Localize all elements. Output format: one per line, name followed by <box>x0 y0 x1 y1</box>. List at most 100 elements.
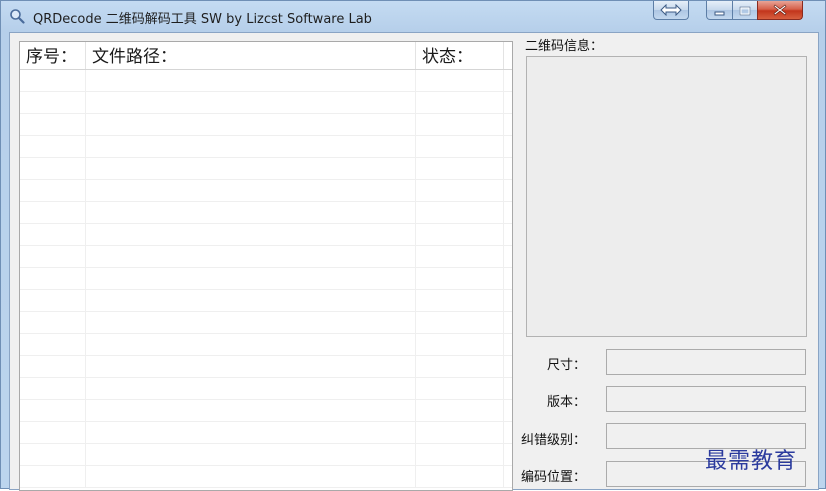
close-icon <box>773 1 787 20</box>
table-cell-status <box>416 158 504 179</box>
table-cell-path <box>86 290 416 311</box>
table-cell-path <box>86 312 416 333</box>
table-cell-index <box>20 268 86 289</box>
table-cell-status <box>416 400 504 421</box>
table-row[interactable] <box>20 312 512 334</box>
table-cell-index <box>20 92 86 113</box>
table-cell-path <box>86 466 416 487</box>
window-title: QRDecode 二维码解码工具 SW by Lizcst Software L… <box>33 12 372 27</box>
table-cell-status <box>416 114 504 135</box>
table-cell-status <box>416 444 504 465</box>
column-header-status[interactable]: 状态： <box>416 42 504 69</box>
table-cell-status <box>416 180 504 201</box>
table-cell-index <box>20 70 86 91</box>
table-row[interactable] <box>20 466 512 488</box>
table-row[interactable] <box>20 246 512 268</box>
table-row[interactable] <box>20 290 512 312</box>
table-cell-index <box>20 114 86 135</box>
table-cell-status <box>416 378 504 399</box>
table-cell-index <box>20 400 86 421</box>
double-arrow-icon <box>660 1 682 20</box>
version-label: 版本： <box>546 395 586 410</box>
table-cell-index <box>20 312 86 333</box>
table-cell-index <box>20 356 86 377</box>
list-rows <box>20 70 512 488</box>
maximize-icon <box>739 1 751 20</box>
table-row[interactable] <box>20 378 512 400</box>
version-field[interactable] <box>606 386 806 412</box>
table-cell-status <box>416 136 504 157</box>
table-row[interactable] <box>20 224 512 246</box>
table-cell-path <box>86 378 416 399</box>
table-row[interactable] <box>20 136 512 158</box>
table-cell-status <box>416 356 504 377</box>
minimize-icon <box>714 1 726 20</box>
table-cell-index <box>20 422 86 443</box>
table-cell-path <box>86 356 416 377</box>
table-cell-path <box>86 92 416 113</box>
table-cell-status <box>416 290 504 311</box>
table-cell-index <box>20 246 86 267</box>
title-bar[interactable]: QRDecode 二维码解码工具 SW by Lizcst Software L… <box>1 1 825 32</box>
qr-info-label: 二维码信息： <box>525 39 604 54</box>
table-row[interactable] <box>20 422 512 444</box>
table-row[interactable] <box>20 268 512 290</box>
table-cell-path <box>86 180 416 201</box>
table-cell-path <box>86 422 416 443</box>
size-label: 尺寸： <box>546 358 586 373</box>
table-cell-status <box>416 466 504 487</box>
table-row[interactable] <box>20 158 512 180</box>
table-cell-index <box>20 224 86 245</box>
table-cell-path <box>86 444 416 465</box>
table-cell-path <box>86 202 416 223</box>
table-cell-path <box>86 114 416 135</box>
table-cell-path <box>86 70 416 91</box>
client-area: 序号： 文件路径： 状态： 二维码信息： 尺寸： 版本： 纠错级别： 编码位置： <box>9 32 819 491</box>
column-header-index[interactable]: 序号： <box>20 42 86 69</box>
table-cell-status <box>416 312 504 333</box>
table-row[interactable] <box>20 444 512 466</box>
table-cell-status <box>416 422 504 443</box>
size-field[interactable] <box>606 349 806 375</box>
table-cell-path <box>86 158 416 179</box>
table-cell-path <box>86 136 416 157</box>
table-cell-status <box>416 224 504 245</box>
table-row[interactable] <box>20 92 512 114</box>
table-row[interactable] <box>20 70 512 92</box>
maximize-button[interactable] <box>732 1 758 20</box>
table-cell-index <box>20 444 86 465</box>
column-header-file-path[interactable]: 文件路径： <box>86 42 416 69</box>
table-cell-path <box>86 246 416 267</box>
resize-toggle-button[interactable] <box>653 1 689 20</box>
table-row[interactable] <box>20 202 512 224</box>
table-row[interactable] <box>20 334 512 356</box>
table-cell-status <box>416 202 504 223</box>
table-cell-index <box>20 378 86 399</box>
table-row[interactable] <box>20 114 512 136</box>
encoding-position-label: 编码位置： <box>520 470 586 485</box>
table-cell-path <box>86 268 416 289</box>
file-list[interactable]: 序号： 文件路径： 状态： <box>19 41 513 491</box>
table-cell-status <box>416 268 504 289</box>
minimize-button[interactable] <box>706 1 733 20</box>
table-cell-path <box>86 334 416 355</box>
table-cell-index <box>20 466 86 487</box>
list-header: 序号： 文件路径： 状态： <box>20 42 512 70</box>
table-cell-index <box>20 202 86 223</box>
table-cell-path <box>86 400 416 421</box>
table-row[interactable] <box>20 400 512 422</box>
table-cell-status <box>416 92 504 113</box>
error-correction-label: 纠错级别： <box>520 433 586 448</box>
qr-info-textbox[interactable] <box>526 56 807 337</box>
table-row[interactable] <box>20 180 512 202</box>
close-button[interactable] <box>757 1 803 20</box>
app-window: QRDecode 二维码解码工具 SW by Lizcst Software L… <box>0 0 826 491</box>
table-cell-index <box>20 180 86 201</box>
table-cell-status <box>416 246 504 267</box>
table-cell-index <box>20 290 86 311</box>
table-cell-index <box>20 334 86 355</box>
magnifier-icon <box>9 8 25 24</box>
table-row[interactable] <box>20 356 512 378</box>
table-cell-index <box>20 136 86 157</box>
table-cell-status <box>416 334 504 355</box>
